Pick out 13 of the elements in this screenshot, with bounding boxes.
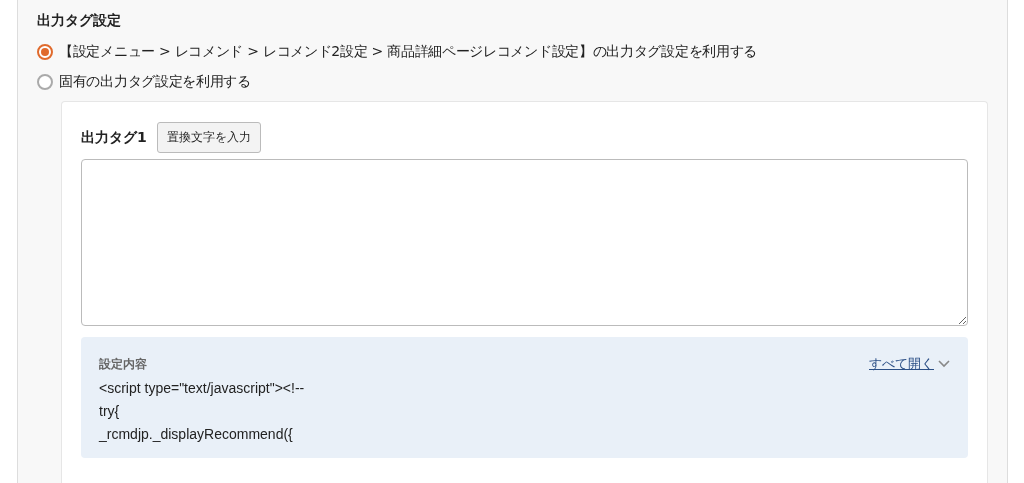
tag-label: 出力タグ1 (81, 128, 147, 147)
expand-all-link[interactable]: すべて開く (869, 355, 934, 373)
radio-label: 固有の出力タグ設定を利用する (59, 73, 251, 91)
section-title: 出力タグ設定 (37, 11, 122, 30)
code-line: <script type="text/javascript"><!-- (99, 379, 306, 398)
radio-button[interactable] (37, 74, 53, 90)
insert-text-button[interactable]: 置換文字を入力 (156, 122, 261, 153)
tag-input-field[interactable] (81, 159, 968, 326)
code-line: try{ (99, 402, 121, 421)
radio-label: 【設定メニュー > レコメンド > レコメンド2設定 > 商品詳細ページレコメンド設定】の出力タグ設定を利用する (59, 43, 757, 61)
settings-title: 設定内容 (99, 355, 147, 373)
code-line: _rcmdjp._displayRecommend({ (99, 425, 294, 444)
radio-button[interactable] (37, 44, 53, 60)
